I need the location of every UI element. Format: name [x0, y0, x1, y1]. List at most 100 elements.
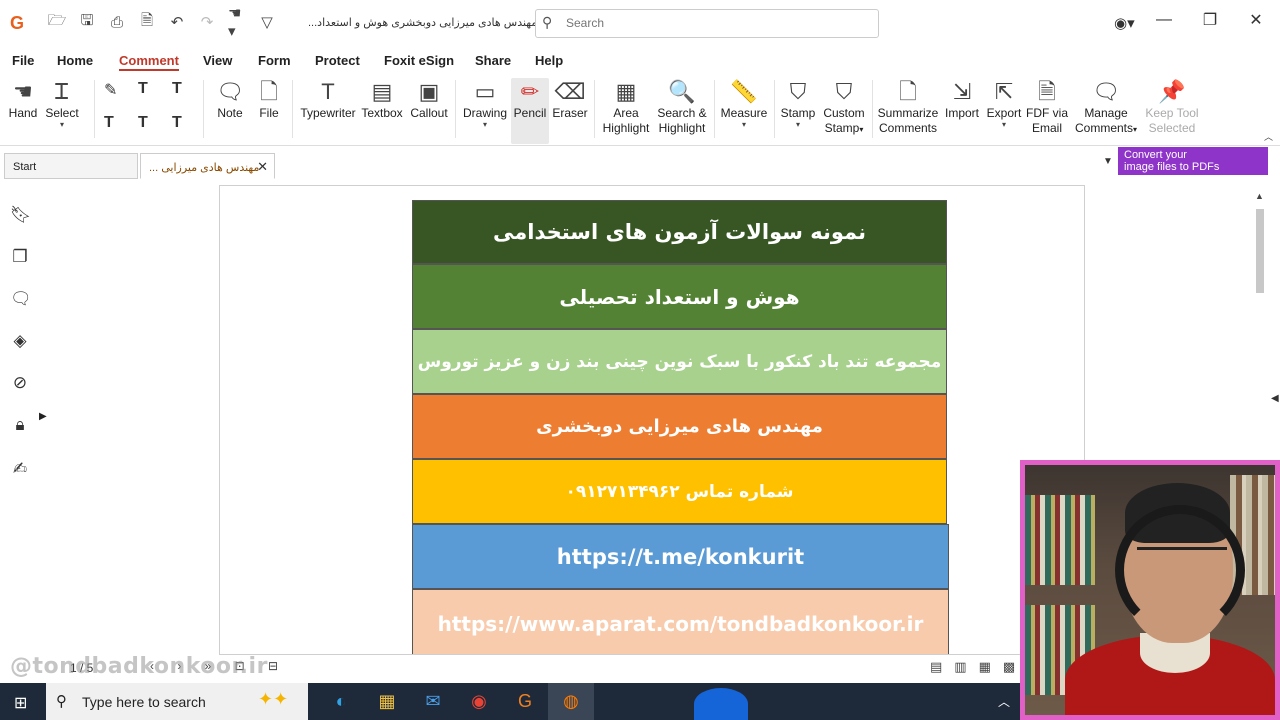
store-icon[interactable]: ▦: [364, 683, 410, 720]
foxit-logo-icon[interactable]: G: [10, 14, 28, 32]
search-highlights-icon: ✦✦: [258, 689, 289, 709]
signature-icon[interactable]: ✍: [10, 459, 30, 479]
file-attach-icon: 🗋: [260, 79, 278, 104]
aparat-link-band[interactable]: https://www.aparat.com/tondbadkonkoor.ir: [412, 589, 949, 654]
pages-icon[interactable]: ❐: [10, 247, 30, 267]
menu-protect[interactable]: Protect: [315, 53, 360, 68]
divider: [774, 80, 775, 138]
close-icon[interactable]: ✕: [1246, 10, 1266, 30]
chevron-down-icon: ▾: [1133, 125, 1138, 134]
quick-access-toolbar: 🗁 🖫 ⎙ 🗎 ↶ ↷ ☚▾ ▽: [48, 5, 276, 40]
mail-icon[interactable]: ✉: [410, 683, 456, 720]
select-button[interactable]: Ꮖ Select ▾: [44, 78, 80, 129]
cursor-highlight: [694, 688, 748, 720]
summarize-comments-button[interactable]: 🗋 Summarize Comments: [877, 78, 939, 136]
note-icon: 🗨: [216, 79, 244, 104]
document-icon[interactable]: 🗎: [138, 12, 156, 32]
search-icon: ⚲: [542, 14, 553, 30]
replace-text-icon[interactable]: T: [138, 114, 148, 132]
restore-icon[interactable]: ❐: [1200, 10, 1220, 30]
scroll-up-icon[interactable]: ▲: [1255, 191, 1264, 201]
security-lock-icon[interactable]: 🔒︎: [10, 415, 30, 435]
layers-icon[interactable]: ◈: [10, 331, 30, 351]
drawing-button[interactable]: ▭ Drawing ▾: [462, 78, 508, 129]
menu-share[interactable]: Share: [475, 53, 511, 68]
tab-list-chevron-icon[interactable]: ▼: [1103, 156, 1113, 167]
squiggly-text-icon[interactable]: T: [172, 80, 182, 98]
foxit-taskbar-icon[interactable]: G: [502, 683, 548, 720]
menu-comment[interactable]: Comment: [119, 53, 179, 71]
right-panel-toggle-icon[interactable]: ◀: [1271, 393, 1279, 404]
save-icon[interactable]: 🖫: [78, 12, 96, 32]
menu-home[interactable]: Home: [57, 53, 93, 68]
edge-icon[interactable]: ◐: [318, 683, 364, 720]
menu-help[interactable]: Help: [535, 53, 563, 68]
insert-text-icon[interactable]: T: [172, 114, 182, 132]
hand-tool-dropdown-icon[interactable]: ☚▾: [228, 5, 246, 40]
measure-button[interactable]: 📏 Measure ▾: [720, 78, 768, 129]
taskbar-search[interactable]: ⚲ Type here to search ✦✦: [46, 683, 308, 720]
callout-button[interactable]: ▣ Callout: [408, 78, 450, 121]
callout-icon: ▣: [418, 79, 440, 104]
divider: [594, 80, 595, 138]
bookmark-icon[interactable]: 🔖︎: [10, 205, 32, 225]
windows-start-icon[interactable]: ⊞: [14, 693, 27, 713]
window-title: ...مهندس هادی میرزایی دوبخشری هوش و استع…: [308, 17, 538, 29]
highlight-icon[interactable]: ✎: [104, 80, 117, 100]
expand-panel-icon[interactable]: ▶: [39, 411, 47, 422]
file-button[interactable]: 🗋 File: [254, 78, 284, 121]
redo-icon[interactable]: ↷: [198, 12, 216, 32]
scrollbar-thumb[interactable]: [1256, 209, 1264, 293]
import-icon: ⇲: [952, 79, 972, 104]
tab-start[interactable]: Start: [4, 153, 138, 179]
typewriter-button[interactable]: T Typewriter: [300, 78, 356, 121]
user-account-icon[interactable]: ◉▾: [1114, 14, 1135, 32]
search-highlight-icon: 🔍: [668, 79, 696, 104]
continuous-view-icon[interactable]: ▥: [954, 659, 966, 675]
search-highlight-button[interactable]: 🔍 Search & Highlight: [656, 78, 708, 136]
eraser-button[interactable]: ⌫ Eraser: [552, 78, 588, 121]
telegram-link-band[interactable]: https://t.me/konkurit: [412, 524, 949, 589]
area-highlight-button[interactable]: ▦ Area Highlight: [600, 78, 652, 136]
search-box[interactable]: ⚲: [535, 9, 879, 38]
summarize-icon: 🗋: [899, 79, 917, 104]
strikeout-text-icon[interactable]: T: [104, 114, 114, 132]
export-button[interactable]: ⇱ Export ▾: [985, 78, 1023, 129]
keep-tool-selected-button[interactable]: 📌 Keep Tool Selected: [1144, 78, 1200, 136]
comments-icon[interactable]: 🗨: [10, 289, 32, 309]
textbox-button[interactable]: ▤ Textbox: [360, 78, 404, 121]
pencil-button[interactable]: ✏ Pencil: [511, 78, 549, 144]
custom-stamp-button[interactable]: ⛉ Custom Stamp▾: [820, 78, 868, 137]
chevron-down-icon: ▾: [859, 125, 864, 134]
collapse-ribbon-icon[interactable]: ︿: [1264, 130, 1273, 143]
menu-view[interactable]: View: [203, 53, 232, 68]
stamp-button[interactable]: ⛉ Stamp ▾: [780, 78, 816, 129]
attachment-icon[interactable]: ⊘: [10, 373, 30, 393]
print-icon[interactable]: ⎙: [108, 12, 126, 32]
manage-comments-button[interactable]: 🗨 Manage Comments▾: [1072, 78, 1140, 137]
hand-button[interactable]: ☚ Hand: [6, 78, 40, 121]
firefox-icon[interactable]: ◍: [548, 683, 594, 720]
customize-toolbar-icon[interactable]: ▽: [258, 12, 276, 32]
close-tab-icon[interactable]: ✕: [257, 159, 268, 175]
open-folder-icon[interactable]: 🗁: [48, 12, 67, 32]
menu-bar: File Home Comment View Form Protect Foxi…: [0, 46, 1280, 74]
search-input[interactable]: [566, 16, 866, 30]
tab-document[interactable]: ... مهندس هادی میرزایی ✕: [140, 153, 275, 179]
minimize-icon[interactable]: —: [1154, 11, 1174, 29]
menu-file[interactable]: File: [12, 53, 34, 68]
undo-icon[interactable]: ↶: [168, 12, 186, 32]
convert-images-promo[interactable]: Convert your image files to PDFs: [1118, 147, 1268, 175]
import-button[interactable]: ⇲ Import: [943, 78, 981, 121]
menu-foxit-esign[interactable]: Foxit eSign: [384, 53, 454, 68]
menu-form[interactable]: Form: [258, 53, 291, 68]
single-page-view-icon[interactable]: ▤: [930, 659, 942, 675]
facing-view-icon[interactable]: ▦: [979, 659, 991, 675]
continuous-facing-view-icon[interactable]: ▩: [1003, 659, 1015, 675]
chrome-icon[interactable]: ◉: [456, 683, 502, 720]
underline-text-icon[interactable]: T: [138, 80, 148, 98]
show-hidden-icons-chevron-icon[interactable]: ︿: [998, 693, 1010, 710]
note-button[interactable]: 🗨 Note: [212, 78, 248, 121]
fdf-via-email-button[interactable]: 🗎 FDF via Email: [1026, 78, 1068, 136]
windows-taskbar: ⊞ ⚲ Type here to search ✦✦ ◐ ▦ ✉ ◉ G ◍: [0, 683, 1020, 720]
